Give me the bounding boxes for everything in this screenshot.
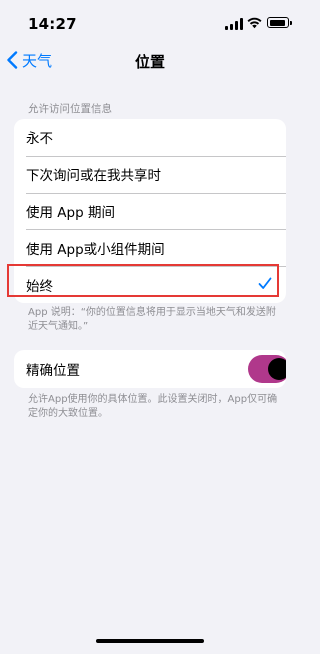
wifi-icon [247, 17, 262, 29]
option-never[interactable]: 永不 [14, 119, 286, 156]
precise-location-note: 允许App使用你的具体位置。此设置关闭时，App仅可确定你的大致位置。 [28, 394, 278, 419]
option-while-using-app[interactable]: 使用 App 期间 [14, 192, 286, 230]
option-label: 使用 App 期间 [26, 204, 115, 221]
option-ask-next-time[interactable]: 下次询问或在我共享时 [14, 155, 286, 193]
nav-bar: 天气 位置 [0, 44, 300, 76]
precise-location-toggle[interactable] [234, 355, 286, 383]
home-indicator[interactable] [96, 639, 204, 643]
precise-location-label: 精确位置 [26, 363, 80, 379]
app-explanation-note: App 说明：“你的位置信息将用于显示当地天气和发送附近天气通知。” [28, 307, 276, 332]
toggle-knob [268, 358, 286, 380]
section-header-access: 允许访问位置信息 [28, 103, 112, 115]
option-label: 下次询问或在我共享时 [26, 168, 161, 185]
access-options-list: 永不 下次询问或在我共享时 使用 App 期间 使用 App或小组件期间 始终 [14, 119, 286, 303]
precise-location-row: 精确位置 [14, 350, 286, 388]
battery-cap [290, 21, 292, 25]
option-always[interactable]: 始终 [14, 266, 286, 303]
signal-icon [225, 18, 243, 30]
precise-location-group: 精确位置 [14, 350, 286, 388]
option-label: 始终 [26, 278, 53, 295]
status-bar: 14:27 [0, 0, 300, 44]
status-time: 14:27 [28, 15, 77, 33]
option-while-using-app-or-widgets[interactable]: 使用 App或小组件期间 [14, 229, 286, 266]
option-label: 永不 [26, 131, 53, 148]
page-title: 位置 [134, 53, 165, 71]
option-label: 使用 App或小组件期间 [26, 241, 165, 258]
screen: 14:27 天气 位置 允许访问位置信息 永不 下次询问或在我共享时 使用 Ap… [0, 0, 300, 654]
battery-icon [267, 17, 289, 28]
checkmark-icon [258, 277, 272, 290]
